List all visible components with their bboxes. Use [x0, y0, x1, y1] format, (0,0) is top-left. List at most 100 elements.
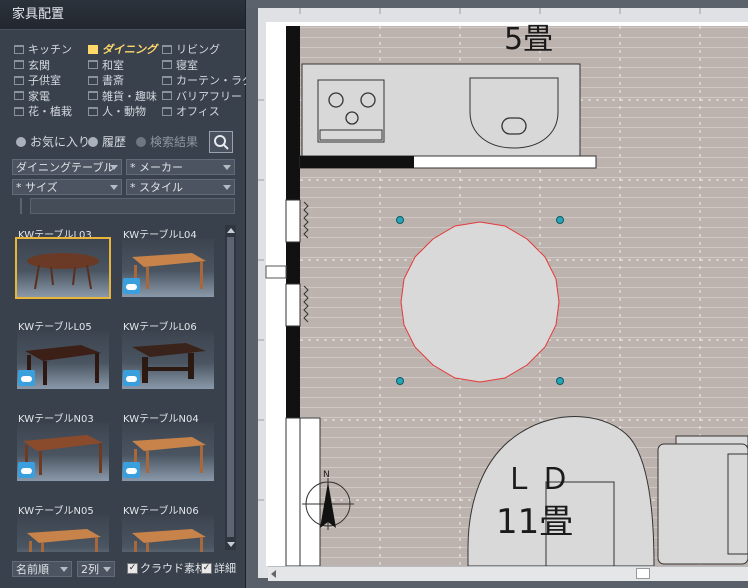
- detail-checkbox[interactable]: ✓ 詳細: [201, 562, 236, 576]
- folder-icon: [162, 44, 172, 54]
- scroll-thumb[interactable]: [227, 237, 234, 537]
- category-label: リビング: [176, 43, 220, 56]
- category-item[interactable]: 和室: [88, 58, 124, 73]
- maker-select-value: * メーカー: [130, 161, 183, 174]
- sink-icon: [469, 77, 559, 149]
- category-item[interactable]: バリアフリー: [162, 89, 242, 104]
- category-label: ダイニング: [102, 43, 157, 56]
- category-label: カーテン・ラグ: [176, 74, 253, 87]
- search-button[interactable]: [209, 131, 233, 153]
- results-icon: [136, 136, 146, 147]
- category-item[interactable]: 寝室: [162, 58, 198, 73]
- type-select[interactable]: ダイニングテーブル: [12, 159, 122, 175]
- category-item[interactable]: オフィス: [162, 104, 220, 119]
- style-select-value: * スタイル: [130, 181, 183, 194]
- furniture-item[interactable]: KWテーブルL03: [14, 222, 111, 312]
- furniture-panel: 家具配置 キッチン ダイニング リビング玄関 和室 寝室子供室 書斎 カーテン・ラグ家電 雑貨…: [0, 0, 253, 588]
- table-image: [27, 253, 99, 290]
- history-button[interactable]: 履歴: [88, 133, 126, 151]
- chevron-down-icon: [110, 165, 118, 170]
- table-image: [132, 529, 206, 552]
- room-label-ld-size: 11畳: [496, 502, 574, 542]
- category-item[interactable]: カーテン・ラグ: [162, 73, 253, 88]
- cloud-material-checkbox[interactable]: ✓ クラウド素材: [127, 562, 206, 576]
- furniture-thumbnail[interactable]: [17, 515, 109, 552]
- category-item[interactable]: 玄関: [14, 58, 50, 73]
- category-label: 和室: [102, 58, 124, 72]
- favorites-label: お気に入り: [30, 135, 91, 149]
- category-item[interactable]: 雑貨・趣味: [88, 89, 157, 104]
- size-select[interactable]: * サイズ: [12, 179, 122, 195]
- star-icon: [16, 136, 26, 147]
- columns-select[interactable]: 2列: [77, 561, 115, 577]
- vertical-scrollbar[interactable]: [225, 225, 236, 550]
- scroll-left-icon[interactable]: [271, 570, 276, 578]
- folder-icon: [88, 75, 98, 85]
- furniture-item[interactable]: KWテーブルN06: [119, 498, 214, 552]
- category-item[interactable]: 子供室: [14, 73, 61, 88]
- furniture-thumbnail[interactable]: [122, 515, 214, 552]
- stove-icon: [317, 79, 385, 143]
- checkmark-icon: ✓: [201, 562, 212, 574]
- table-image: [27, 529, 101, 552]
- room-label-ld: ＬＤ: [504, 462, 576, 497]
- panel-title: 家具配置: [0, 0, 245, 30]
- history-label: 履歴: [102, 135, 127, 149]
- chevron-down-icon: [60, 567, 68, 572]
- size-select-value: * サイズ: [16, 181, 58, 194]
- cloud-icon: [123, 278, 140, 294]
- cloud-icon: [18, 462, 35, 478]
- furniture-item[interactable]: KWテーブルL05: [14, 314, 109, 404]
- cloud-icon: [123, 370, 140, 386]
- category-label: バリアフリー: [176, 89, 242, 103]
- columns-select-value: 2列: [81, 563, 99, 576]
- furniture-item[interactable]: KWテーブルL04: [119, 222, 214, 312]
- category-item[interactable]: キッチン: [14, 42, 72, 57]
- maker-select[interactable]: * メーカー: [126, 159, 235, 175]
- category-label: オフィス: [176, 105, 220, 118]
- floorplan-svg[interactable]: [258, 8, 748, 566]
- folder-icon: [14, 91, 24, 100]
- favorites-button[interactable]: お気に入り: [16, 133, 90, 151]
- furniture-thumbnail[interactable]: [15, 237, 111, 299]
- furniture-item[interactable]: KWテーブルN04: [119, 406, 214, 496]
- filter-divider: [20, 198, 22, 214]
- scroll-up-icon[interactable]: [227, 228, 235, 233]
- exterior-area: [266, 22, 286, 566]
- hscroll-thumb[interactable]: [636, 568, 650, 579]
- horizontal-scrollbar[interactable]: [268, 566, 748, 581]
- category-item[interactable]: 花・植栽: [14, 104, 72, 119]
- filter-path-bar: [30, 198, 235, 214]
- sort-select[interactable]: 名前順: [12, 561, 72, 577]
- category-label: 書斎: [102, 74, 124, 87]
- scroll-down-icon[interactable]: [227, 542, 235, 547]
- category-label: キッチン: [28, 43, 72, 56]
- category-item[interactable]: 書斎: [88, 73, 124, 88]
- type-select-value: ダイニングテーブル: [16, 161, 115, 174]
- furniture-item[interactable]: KWテーブルL06: [119, 314, 214, 404]
- folder-icon: [14, 75, 24, 85]
- furniture-item[interactable]: KWテーブルN05: [14, 498, 109, 552]
- folder-icon: [88, 106, 98, 116]
- category-label: 雑貨・趣味: [102, 89, 157, 103]
- folder-icon: [88, 44, 98, 54]
- clock-icon: [88, 136, 98, 147]
- folder-icon: [14, 60, 24, 69]
- checkmark-icon: ✓: [127, 562, 138, 574]
- canvas-top-strip: [246, 0, 748, 8]
- style-select[interactable]: * スタイル: [126, 179, 235, 195]
- category-item[interactable]: 人・動物: [88, 104, 146, 119]
- cloud-icon: [18, 370, 35, 386]
- folder-icon: [162, 91, 172, 100]
- category-item[interactable]: 家電: [14, 89, 50, 104]
- sort-select-value: 名前順: [16, 563, 49, 576]
- search-results-button[interactable]: 検索結果: [136, 133, 198, 151]
- chevron-down-icon: [223, 185, 231, 190]
- furniture-item[interactable]: KWテーブルN03: [14, 406, 109, 496]
- category-item[interactable]: リビング: [162, 42, 220, 57]
- cloud-material-label: クラウド素材: [140, 562, 206, 575]
- compass-label: N: [323, 470, 330, 480]
- folder-icon: [88, 60, 98, 69]
- floorplan-canvas[interactable]: 5畳 ＬＤ 11畳 N: [258, 8, 748, 578]
- category-item[interactable]: ダイニング: [88, 42, 157, 57]
